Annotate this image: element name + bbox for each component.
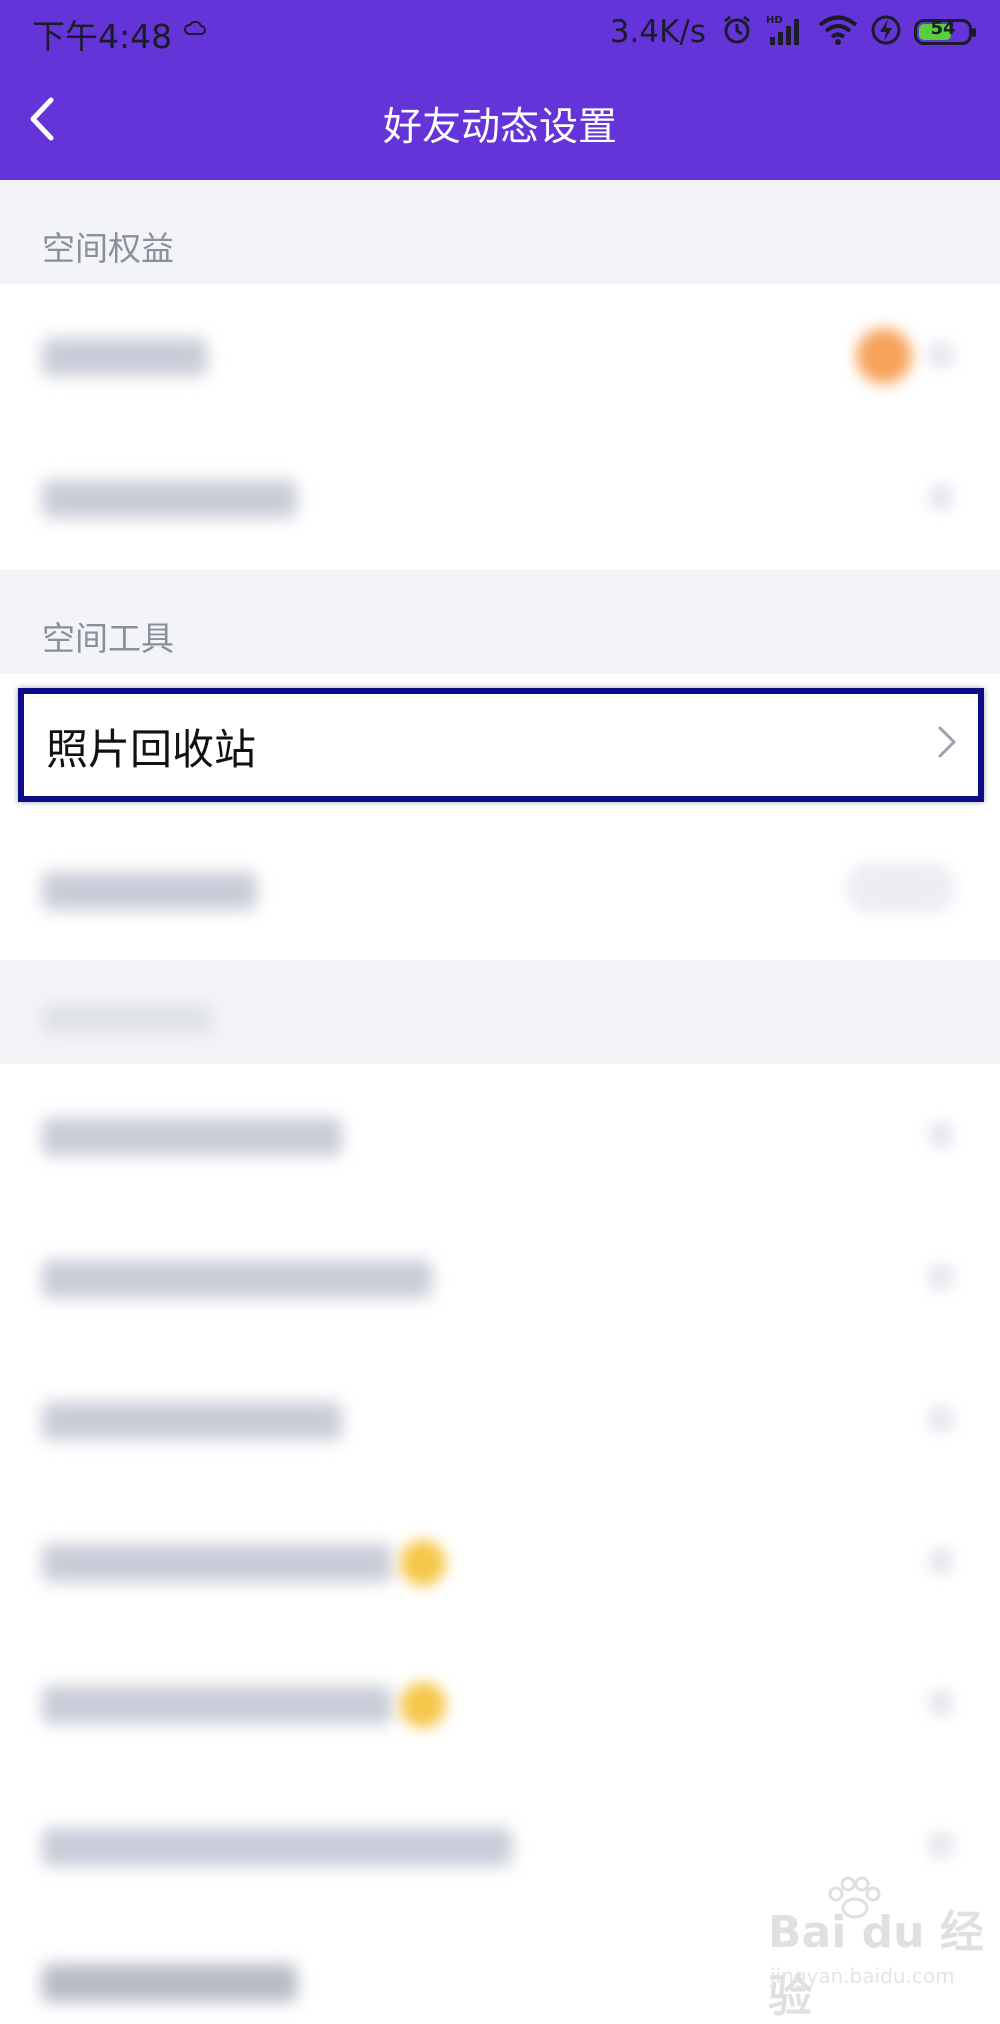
section-title: 空间工具: [42, 619, 174, 658]
svg-text:HD: HD: [766, 15, 783, 26]
section-header-benefits: 空间权益: [0, 180, 1000, 284]
wifi-icon: [818, 14, 858, 50]
blurred-label: [42, 480, 297, 518]
photo-recycle-bin-label: 照片回收站: [46, 725, 257, 774]
chevron-right-icon: [936, 724, 958, 764]
net-speed: 3.4K/s: [609, 14, 706, 50]
battery-level: 54: [930, 18, 956, 39]
status-time: 下午4:48: [32, 17, 173, 56]
chevron-right-icon: [928, 1548, 954, 1574]
list-item[interactable]: [0, 1064, 1000, 1206]
chevron-right-icon: [928, 1122, 954, 1148]
app-header: 下午4:48 3.4K/s HD 54 好友动态设置: [0, 0, 1000, 180]
list-item[interactable]: [0, 426, 1000, 568]
list-item[interactable]: [0, 1348, 1000, 1490]
list-item[interactable]: [0, 1632, 1000, 1774]
baidu-jingyan-watermark: Bai du 经验 jingyan.baidu.com: [764, 1876, 984, 2022]
list-item[interactable]: [0, 818, 1000, 960]
chevron-right-icon: [928, 484, 954, 510]
blurred-label: [42, 1402, 342, 1440]
blurred-label: [42, 1964, 297, 2002]
status-icons: 3.4K/s HD 54: [609, 10, 976, 54]
photo-recycle-bin-item[interactable]: 照片回收站: [18, 688, 984, 802]
signal-hd-icon: HD: [766, 13, 806, 51]
blurred-label: [42, 1686, 392, 1724]
charging-icon: [870, 13, 902, 51]
list-item[interactable]: [0, 1490, 1000, 1632]
badge-icon: [400, 1540, 446, 1586]
chevron-right-icon: [928, 1832, 954, 1858]
section-title: 空间权益: [42, 229, 174, 268]
toggle-switch: [846, 862, 956, 914]
list-item[interactable]: [0, 1206, 1000, 1348]
nav-bar: 好友动态设置: [0, 64, 1000, 180]
chevron-right-icon: [928, 1264, 954, 1290]
cloud-icon: [183, 20, 207, 40]
page-title: 好友动态设置: [382, 105, 617, 150]
alarm-icon: [720, 13, 754, 51]
chevron-right-icon: [928, 342, 954, 368]
blurred-section-title: [42, 1004, 212, 1034]
blurred-label: [42, 338, 207, 376]
chevron-right-icon: [928, 1690, 954, 1716]
badge-icon: [400, 1682, 446, 1728]
blurred-label: [42, 1828, 512, 1866]
blurred-label: [42, 1544, 392, 1582]
chevron-right-icon: [928, 1406, 954, 1432]
watermark-url: jingyan.baidu.com: [770, 1964, 955, 1988]
section-header: [0, 960, 1000, 1064]
watermark-brand: Bai du 经验: [768, 1907, 984, 2022]
blurred-label: [42, 872, 257, 910]
battery-icon: 54: [914, 18, 976, 45]
blurred-label: [42, 1118, 342, 1156]
list-item[interactable]: [0, 284, 1000, 426]
status-bar: 下午4:48 3.4K/s HD 54: [0, 0, 1000, 64]
blurred-label: [42, 1260, 432, 1298]
badge-icon: [856, 328, 912, 384]
section-header-tools: 空间工具: [0, 570, 1000, 674]
